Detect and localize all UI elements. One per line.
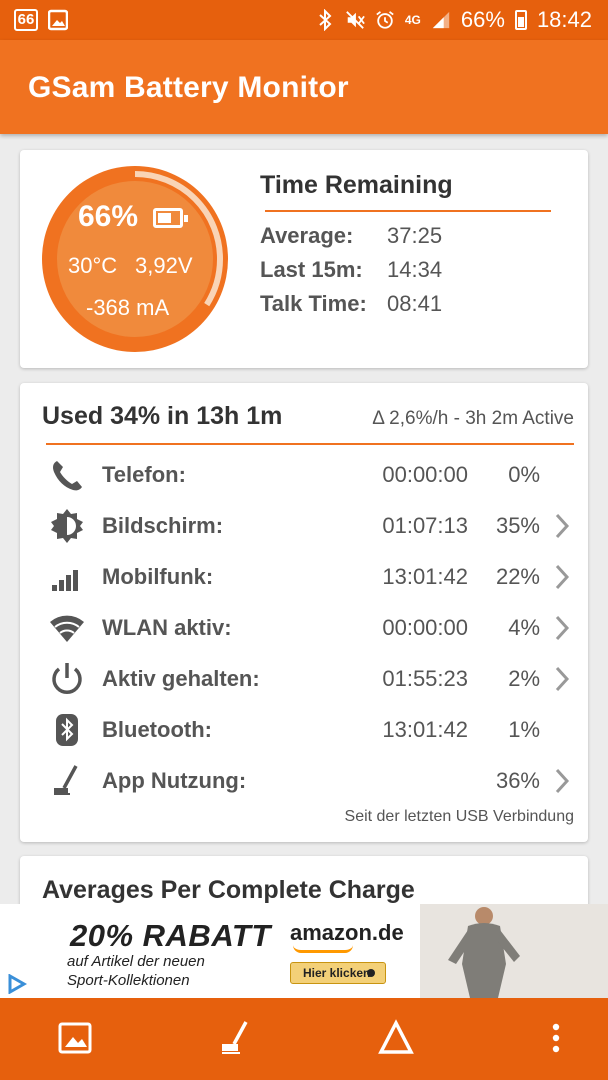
gauge-battery-icon [153, 208, 188, 228]
usage-label: App Nutzung: [102, 768, 247, 793]
usage-label: Telefon: [102, 462, 186, 487]
usage-time: 13:01:42 [382, 717, 468, 742]
usage-time: 00:00:00 [382, 615, 468, 640]
status-right: 4G 66% 18:42 [315, 7, 592, 33]
chevron-right-icon [555, 615, 570, 641]
brightness-icon [51, 509, 83, 543]
time-remaining-label: Last 15m: [260, 257, 363, 282]
chevron-right-icon [555, 666, 570, 692]
ad-runner-image [420, 904, 608, 998]
gauge-voltage: 3,92V [135, 253, 193, 278]
ad-subline-2: Sport-Kollektionen [67, 972, 190, 989]
adchoices-icon[interactable] [6, 974, 28, 994]
alarm-icon [376, 11, 394, 29]
app-title: GSam Battery Monitor [28, 71, 349, 104]
mute-icon [346, 11, 365, 29]
status-bar: 66 4G 66% 18:42 [0, 0, 608, 40]
ad-brand-logo: amazon.de [290, 920, 404, 945]
bluetooth-icon [56, 714, 78, 746]
image-icon[interactable] [56, 1018, 96, 1058]
usage-row-telefon[interactable]: Telefon: 00:00:00 0% [20, 453, 588, 497]
usage-label: Bluetooth: [102, 717, 212, 742]
usage-percent: 36% [495, 768, 540, 793]
usage-title: Used 34% in 13h 1m [42, 402, 283, 430]
gauge-temperature: 30°C [68, 253, 118, 278]
battery-icon [514, 10, 527, 30]
usage-percent: 2% [508, 666, 540, 691]
usage-label: Mobilfunk: [102, 564, 214, 589]
averages-title: Averages Per Complete Charge [42, 876, 415, 904]
usage-time: 13:01:42 [382, 564, 468, 589]
chevron-right-icon [555, 768, 570, 794]
notification-badge: 66 [14, 9, 38, 31]
time-remaining-label: Average: [260, 223, 354, 248]
ad-click-button[interactable]: Hier klicken [290, 962, 386, 984]
bluetooth-status-icon [319, 9, 332, 31]
usage-row-wlan[interactable]: WLAN aktiv: 00:00:00 4% [20, 606, 588, 650]
ad-brand-smile [293, 945, 353, 953]
delta-icon[interactable] [376, 1018, 416, 1058]
battery-summary-card[interactable]: 66% 30°C 3,92V -368 mA Time Remaining Av… [20, 150, 588, 368]
usage-percent: 0% [508, 462, 540, 487]
chevron-right-icon [555, 564, 570, 590]
ad-subline-1: auf Artikel der neuen [67, 953, 205, 970]
battery-percent: 66% [460, 7, 505, 32]
usage-percent: 1% [508, 717, 540, 742]
usage-row-bildschirm[interactable]: Bildschirm: 01:07:13 35% [20, 504, 588, 548]
usage-label: Bildschirm: [102, 513, 224, 538]
cell-signal-icon [432, 11, 450, 29]
time-remaining-value: 14:34 [387, 257, 443, 282]
time-remaining-divider [265, 210, 551, 212]
ad-headline: 20% RABATT [70, 918, 271, 953]
clock: 18:42 [536, 7, 592, 32]
time-remaining-title: Time Remaining [260, 171, 453, 199]
app-usage-icon[interactable] [216, 1018, 256, 1058]
usage-percent: 22% [495, 564, 540, 589]
usage-label: WLAN aktiv: [102, 615, 232, 640]
time-remaining-row: Talk Time: 08:41 [260, 291, 442, 317]
gauge-current: -368 mA [86, 295, 170, 320]
ad-subline: auf Artikel der neuen Sport-Kollektionen [67, 952, 267, 990]
app-bar: GSam Battery Monitor [0, 40, 608, 134]
wifi-icon [50, 615, 84, 642]
usage-row-mobilfunk[interactable]: Mobilfunk: 13:01:42 22% [20, 555, 588, 599]
time-remaining-row: Average: 37:25 [260, 223, 442, 249]
bottom-bar [0, 998, 608, 1080]
usage-time: 00:00:00 [382, 462, 468, 487]
more-vert-icon[interactable] [536, 1018, 576, 1058]
usage-label: Aktiv gehalten: [102, 666, 260, 691]
gallery-notification-icon [48, 9, 68, 31]
usage-row-app-nutzung[interactable]: App Nutzung: 36% [20, 759, 588, 803]
status-left: 66 [14, 9, 68, 31]
time-remaining-value: 08:41 [387, 291, 443, 316]
app-usage-icon [54, 765, 78, 795]
time-remaining-value: 37:25 [387, 223, 443, 248]
usage-row-bluetooth[interactable]: Bluetooth: 13:01:42 1% [20, 708, 588, 752]
usage-percent: 4% [508, 615, 540, 640]
gauge-percent: 66% [78, 200, 139, 233]
usage-footnote: Seit der letzten USB Verbindung [344, 808, 574, 825]
usage-card: Used 34% in 13h 1m Δ 2,6%/h - 3h 2m Acti… [20, 383, 588, 842]
usage-row-aktiv-gehalten[interactable]: Aktiv gehalten: 01:55:23 2% [20, 657, 588, 701]
signal-bars-icon [52, 570, 78, 591]
usage-divider [46, 443, 574, 445]
ad-banner[interactable]: 20% RABATT auf Artikel der neuen Sport-K… [0, 904, 608, 998]
power-icon [52, 663, 82, 694]
usage-percent: 35% [495, 513, 540, 538]
network-type: 4G [404, 13, 421, 27]
usage-time: 01:07:13 [382, 513, 468, 538]
time-remaining-label: Talk Time: [260, 291, 367, 316]
chevron-right-icon [555, 513, 570, 539]
time-remaining-row: Last 15m: 14:34 [260, 257, 442, 283]
usage-rate: Δ 2,6%/h - 3h 2m Active [372, 408, 574, 429]
phone-icon [53, 461, 82, 491]
usage-time: 01:55:23 [382, 666, 468, 691]
